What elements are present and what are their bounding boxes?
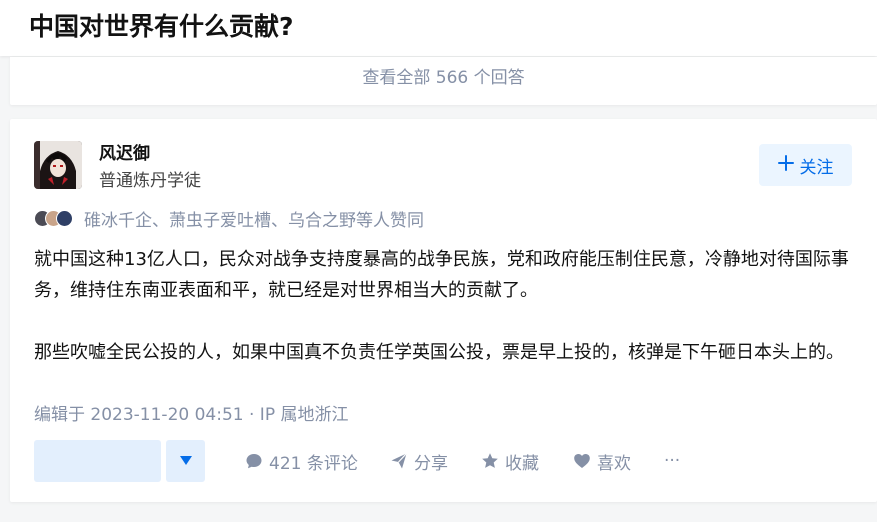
view-all-answers-link[interactable]: 查看全部 566 个回答 xyxy=(10,63,877,88)
follow-button[interactable]: 关注 xyxy=(759,144,852,186)
share-button[interactable]: 分享 xyxy=(390,440,448,482)
heart-icon xyxy=(573,452,591,470)
view-all-card: 查看全部 566 个回答 xyxy=(10,57,877,105)
voter-avatar xyxy=(56,210,73,227)
top-bar: 中国对世界有什么贡献? xyxy=(0,0,877,56)
author-name[interactable]: 风迟御 xyxy=(99,139,150,164)
plus-icon xyxy=(777,154,794,176)
answer-card: 风迟御 普通炼丹学徒 关注 碓冰千企、萧虫子爱吐槽、乌合之野等人赞同 就中国这种… xyxy=(10,119,877,502)
answer-content: 就中国这种13亿人口，民众对战争支持度暴高的战争民族，党和政府能压制住民意，冷静… xyxy=(34,244,854,368)
star-icon xyxy=(481,452,499,470)
paper-plane-icon xyxy=(390,452,408,470)
more-icon: ··· xyxy=(664,451,681,471)
upvote-button[interactable] xyxy=(34,440,161,482)
collect-label: 收藏 xyxy=(505,453,539,474)
question-title[interactable]: 中国对世界有什么贡献? xyxy=(29,10,294,44)
voter-avatars xyxy=(34,208,84,228)
author-headline: 普通炼丹学徒 xyxy=(99,171,201,191)
edit-timestamp: 编辑于 2023-11-20 04:51 · IP 属地浙江 xyxy=(34,405,349,425)
downvote-button[interactable] xyxy=(166,440,205,482)
collect-button[interactable]: 收藏 xyxy=(481,440,539,482)
voters-row: 碓冰千企、萧虫子爱吐槽、乌合之野等人赞同 xyxy=(34,206,424,231)
comments-button[interactable]: 421 条评论 xyxy=(245,440,358,482)
like-button[interactable]: 喜欢 xyxy=(573,440,631,482)
more-button[interactable]: ··· xyxy=(664,440,680,482)
answer-paragraph: 那些吹嘘全民公投的人，如果中国真不负责任学英国公投，票是早上投的，核弹是下午砸日… xyxy=(34,342,844,363)
triangle-down-icon xyxy=(179,456,192,466)
voters-text[interactable]: 碓冰千企、萧虫子爱吐槽、乌合之野等人赞同 xyxy=(84,206,424,231)
comment-icon xyxy=(245,452,263,470)
comments-label: 421 条评论 xyxy=(269,453,358,474)
action-bar: 421 条评论 分享 收藏 喜欢 ··· xyxy=(34,440,854,482)
follow-button-label: 关注 xyxy=(799,157,834,178)
share-label: 分享 xyxy=(414,453,448,474)
author-avatar[interactable] xyxy=(34,141,82,189)
like-label: 喜欢 xyxy=(597,453,631,474)
answer-paragraph: 就中国这种13亿人口，民众对战争支持度暴高的战争民族，党和政府能压制住民意，冷静… xyxy=(34,249,849,301)
